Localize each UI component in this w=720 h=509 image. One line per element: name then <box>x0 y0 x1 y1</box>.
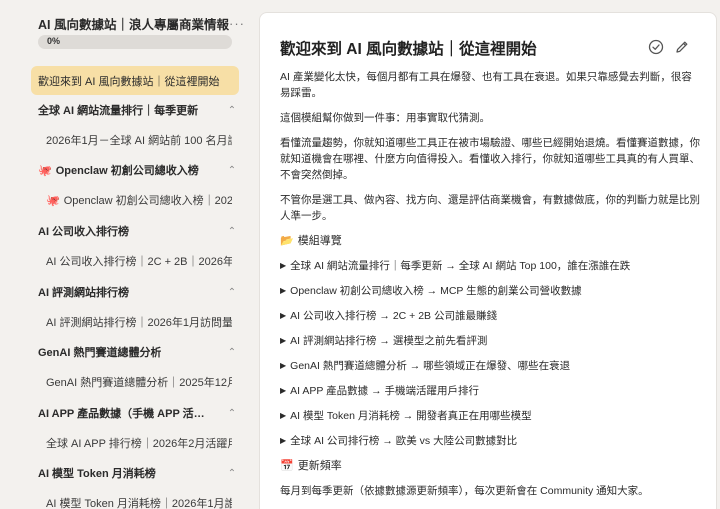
chevron-up-icon[interactable]: ⌃ <box>226 165 238 176</box>
title-actions <box>648 39 690 55</box>
list-item: ▶ AI 評測網站排行榜 → 選模型之前先看評測 <box>280 335 488 347</box>
sidebar-group-genai[interactable]: GenAI 熱門賽道總體分析 ⌃ <box>38 343 238 361</box>
sidebar-group-label: AI APP 產品數據（手機 APP 活躍用戶） <box>38 408 214 420</box>
sidebar-group-label: AI 模型 Token 月消耗榜 <box>38 468 156 480</box>
closing-paragraph: 不管你是選工具、做內容、找方向、還是評估商業機會，有數據做底，你的判斷力就是比別… <box>280 194 700 222</box>
list-item: ▶ AI APP 產品數據 → 手機端活躍用戶排行 <box>280 385 479 397</box>
sidebar-group-eval[interactable]: AI 評測網站排行榜 ⌃ <box>38 283 238 301</box>
sidebar-group-label: AI 公司收入排行榜 <box>38 226 130 238</box>
folder-icon: 📂 <box>280 235 294 247</box>
list-item: ▶ GenAI 熱門賽道總體分析 → 哪些領域正在爆發、哪些在衰退 <box>280 360 571 372</box>
sidebar-item-eval-2026[interactable]: AI 評測網站排行榜｜2026年1月訪問量 <box>46 313 232 331</box>
progress-label: 0% <box>47 36 61 46</box>
benefit-paragraph: 看懂流量趨勢，你就知道哪些工具正在被市場驗證、哪些已經開始退燒。看懂賽道數據，你… <box>280 137 700 181</box>
octopus-icon: 🐙 <box>38 165 52 177</box>
course-title: AI 風向數據站｜浪人專屬商業情報 <box>38 17 229 32</box>
update-text: 每月到每季更新（依據數據源更新頻率），每次更新會在 Community 通知大家… <box>280 485 649 497</box>
sidebar-group-app[interactable]: AI APP 產品數據（手機 APP 活躍用戶） ⌃ <box>38 404 238 422</box>
sidebar-header: AI 風向數據站｜浪人專屬商業情報 ··· <box>38 14 244 32</box>
triangle-bullet-icon: ▶ <box>280 261 287 270</box>
chevron-up-icon[interactable]: ⌃ <box>226 347 238 358</box>
progress-bar: 0% <box>38 35 232 49</box>
triangle-bullet-icon: ▶ <box>280 436 287 445</box>
intro-paragraph: AI 產業變化太快，每個月都有工具在爆發、也有工具在衰退。如果只靠感覺去判斷，很… <box>280 71 692 99</box>
sidebar-group-label: GenAI 熱門賽道總體分析 <box>38 347 162 359</box>
sidebar-item-traffic-2026[interactable]: 2026年1月－全球 AI 網站前 100 名月訪問量 <box>46 131 232 149</box>
sidebar-group-revenue[interactable]: AI 公司收入排行榜 ⌃ <box>38 222 238 240</box>
sidebar-group-label: 全球 AI 網站流量排行｜每季更新 <box>38 105 199 117</box>
article-body: AI 產業變化太快，每個月都有工具在爆發、也有工具在衰退。如果只靠感覺去判斷，很… <box>280 69 700 508</box>
pencil-icon[interactable] <box>674 39 690 55</box>
triangle-bullet-icon: ▶ <box>280 361 287 370</box>
chevron-up-icon[interactable]: ⌃ <box>226 105 238 116</box>
list-item: ▶ AI 模型 Token 月消耗榜 → 開發者真正在用哪些模型 <box>280 410 532 422</box>
sidebar-group-label: 🐙 Openclaw 初創公司總收入榜 <box>38 165 199 177</box>
sidebar-group-openclaw[interactable]: 🐙 Openclaw 初創公司總收入榜 ⌃ <box>38 161 238 179</box>
chevron-up-icon[interactable]: ⌃ <box>226 468 238 479</box>
sidebar-group-token[interactable]: AI 模型 Token 月消耗榜 ⌃ <box>38 464 238 482</box>
triangle-bullet-icon: ▶ <box>280 411 287 420</box>
check-circle-icon[interactable] <box>648 39 664 55</box>
list-item: ▶ Openclaw 初創公司總收入榜 → MCP 生態的創業公司營收數據 <box>280 285 582 297</box>
sidebar: AI 風向數據站｜浪人專屬商業情報 ··· 0% 歡迎來到 AI 風向數據站｜從… <box>0 0 248 509</box>
sidebar-item-welcome[interactable]: 歡迎來到 AI 風向數據站｜從這裡開始 <box>31 66 239 95</box>
content-panel: 歡迎來到 AI 風向數據站｜從這裡開始 AI 產業變化太快，每個月都有工具在爆發… <box>259 12 717 509</box>
sidebar-item-token-2026[interactable]: AI 模型 Token 月消耗榜｜2026年1月誰在用 <box>46 494 232 509</box>
triangle-bullet-icon: ▶ <box>280 336 287 345</box>
sidebar-item-revenue-2026[interactable]: AI 公司收入排行榜｜2C + 2B｜2026年2月 <box>46 252 232 270</box>
list-item: ▶ 全球 AI 網站流量排行｜每季更新 → 全球 AI 網站 Top 100，誰在… <box>280 260 631 272</box>
page-title: 歡迎來到 AI 風向數據站｜從這裡開始 <box>280 41 537 58</box>
more-horizontal-icon[interactable]: ··· <box>229 16 245 31</box>
list-item: ▶ 全球 AI 公司排行榜 → 歐美 vs 大陸公司數據對比 <box>280 435 518 447</box>
chevron-up-icon[interactable]: ⌃ <box>226 408 238 419</box>
sidebar-group-traffic[interactable]: 全球 AI 網站流量排行｜每季更新 ⌃ <box>38 101 238 119</box>
sidebar-item-app-2026[interactable]: 全球 AI APP 排行榜｜2026年2月活躍用戶 <box>46 434 232 452</box>
octopus-icon: 🐙 <box>46 194 60 207</box>
triangle-bullet-icon: ▶ <box>280 311 287 320</box>
sidebar-item-genai-2025[interactable]: GenAI 熱門賽道總體分析｜2025年12月 <box>46 373 232 391</box>
update-heading: 📅 更新頻率 <box>280 460 342 472</box>
module-nav-heading: 📂 模組導覽 <box>280 235 342 247</box>
triangle-bullet-icon: ▶ <box>280 286 287 295</box>
purpose-paragraph: 這個模組幫你做到一件事：用事實取代猜測。 <box>280 112 490 124</box>
calendar-icon: 📅 <box>280 460 294 472</box>
list-item: ▶ AI 公司收入排行榜 → 2C + 2B 公司誰最賺錢 <box>280 310 497 322</box>
triangle-bullet-icon: ▶ <box>280 386 287 395</box>
chevron-up-icon[interactable]: ⌃ <box>226 226 238 237</box>
sidebar-item-openclaw-2026[interactable]: 🐙 Openclaw 初創公司總收入榜｜2026年 <box>46 191 232 209</box>
chevron-up-icon[interactable]: ⌃ <box>226 287 238 298</box>
sidebar-group-label: AI 評測網站排行榜 <box>38 287 130 299</box>
